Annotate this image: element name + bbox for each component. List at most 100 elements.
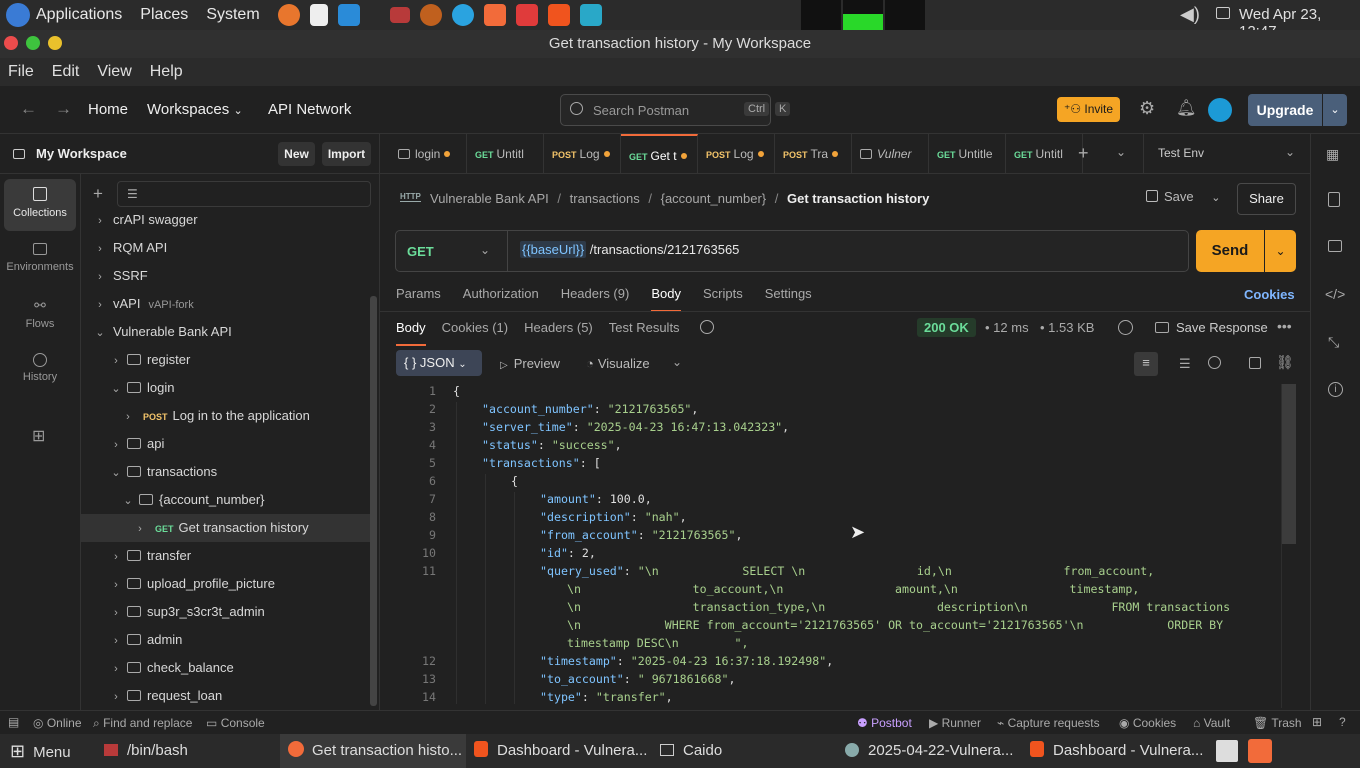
request-tab[interactable]: login [390, 133, 467, 174]
visualize-button[interactable]: ◔ Visualize [586, 356, 650, 371]
response-size[interactable]: • 1.53 KB [1040, 320, 1094, 335]
terminal-icon[interactable] [389, 7, 410, 23]
burp-icon[interactable] [419, 4, 442, 26]
chevron-down-icon[interactable]: ⌄ [1211, 192, 1220, 204]
upgrade-button[interactable]: Upgrade [1248, 94, 1322, 126]
chevron-right-icon[interactable]: › [93, 263, 107, 291]
request-subtab[interactable]: Scripts [703, 286, 743, 301]
add-app-icon[interactable]: ⊞ [32, 426, 45, 446]
settings-gear-icon[interactable]: ⚙ [1139, 98, 1155, 119]
chevron-right-icon[interactable]: › [109, 431, 123, 459]
tree-folder[interactable]: › api [81, 430, 371, 458]
request-subtab[interactable]: Params [396, 286, 441, 301]
invite-button[interactable]: ⁺⚇ Invite [1057, 97, 1120, 122]
response-time[interactable]: • 12 ms [985, 320, 1029, 335]
tree-folder[interactable]: ⌄ {account_number} [81, 486, 371, 514]
vscode-icon[interactable] [337, 4, 360, 26]
environment-selector[interactable]: Test Env ⌄ [1143, 134, 1310, 174]
request-tab[interactable]: POST Log [544, 133, 621, 174]
taskbar-caido[interactable]: Caido [660, 734, 722, 768]
request-subtab[interactable]: Settings [765, 286, 812, 301]
workspace-name[interactable]: My Workspace [36, 146, 127, 161]
tree-collection[interactable]: › crAPI swagger [81, 206, 371, 234]
request-tab[interactable]: GET Untitle [929, 133, 1006, 174]
method-select[interactable]: GET ⌄ [396, 231, 508, 271]
taskbar-dashboard-1[interactable]: Dashboard - Vulnera... [474, 734, 647, 768]
tree-folder[interactable]: › transfer [81, 542, 371, 570]
send-button[interactable]: Send [1196, 230, 1264, 272]
vault-button[interactable]: ⌂ Vault [1193, 716, 1230, 730]
import-button[interactable]: Import [322, 142, 371, 166]
cookies-link[interactable]: Cookies [1244, 287, 1295, 302]
window-close-button[interactable] [4, 36, 18, 50]
tree-folder[interactable]: › register [81, 346, 371, 374]
nav-workspaces[interactable]: Workspaces ⌄ [147, 101, 243, 118]
chevron-down-icon[interactable]: ⌄ [121, 487, 135, 515]
response-subtab[interactable]: Body [396, 320, 426, 346]
sidebar-toggle-icon[interactable]: ▦ [1326, 146, 1339, 163]
taskbar-menu[interactable]: ⊞ Menu [10, 734, 71, 768]
request-subtab[interactable]: Body [651, 286, 681, 312]
history-icon[interactable] [700, 320, 714, 334]
link-icon[interactable]: ⛓ [1276, 354, 1294, 371]
request-tab[interactable]: POST Tra [775, 133, 852, 174]
send-options-button[interactable]: ⌄ [1265, 230, 1296, 272]
window-minimize-button[interactable] [48, 36, 62, 50]
capture-requests-button[interactable]: ⌁ Capture requests [997, 716, 1100, 730]
places-menu[interactable]: Places [140, 6, 188, 24]
tree-folder[interactable]: › request_loan [81, 682, 371, 710]
tree-collection[interactable]: ⌄ Vulnerable Bank API [81, 318, 371, 346]
new-tab-icon[interactable]: + [1078, 143, 1089, 164]
find-replace[interactable]: ⌕ Find and replace [93, 716, 192, 731]
nav-home[interactable]: Home [88, 101, 128, 118]
request-subtab[interactable]: Authorization [463, 286, 539, 301]
response-subtab[interactable]: Test Results [609, 320, 680, 335]
chevron-right-icon[interactable]: › [109, 571, 123, 599]
code-icon[interactable]: </> [1325, 286, 1345, 302]
postman-tray-icon[interactable] [1248, 739, 1272, 763]
postbot-button[interactable]: ⚉ Postbot [857, 716, 912, 730]
chevron-right-icon[interactable]: › [109, 347, 123, 375]
menu-view[interactable]: View [97, 63, 131, 81]
volume-icon[interactable]: ◀) [1180, 4, 1200, 25]
rail-flows[interactable]: ⚯ Flows [4, 291, 76, 343]
sidebar-toggle-icon[interactable]: ▤ [8, 715, 19, 729]
request-tab[interactable]: GET Untitl [467, 133, 544, 174]
request-tab[interactable]: GET Get t [621, 133, 698, 174]
chevron-right-icon[interactable]: › [109, 683, 123, 710]
url-variable[interactable]: {{baseUrl}} [520, 241, 587, 258]
tabs-overflow-chevron-icon[interactable]: ⌄ [1116, 145, 1126, 159]
rail-history[interactable]: History [4, 347, 76, 399]
tree-folder[interactable]: › upload_profile_picture [81, 570, 371, 598]
save-response-button[interactable]: Save Response [1155, 320, 1268, 335]
breadcrumb-folder[interactable]: transactions [570, 191, 640, 206]
system-menu[interactable]: System [206, 6, 259, 24]
taskbar-postman[interactable]: Get transaction histo... [280, 734, 466, 768]
brave-icon[interactable] [547, 4, 570, 26]
runner-button[interactable]: ▶ Runner [929, 716, 981, 730]
copy-icon[interactable] [1249, 357, 1261, 369]
postman-launcher-icon[interactable] [483, 4, 506, 26]
tree-request[interactable]: › POST Log in to the application [81, 402, 371, 430]
chevron-right-icon[interactable]: › [133, 515, 147, 543]
info-icon[interactable]: i [1328, 382, 1343, 397]
applications-menu[interactable]: Applications [36, 6, 122, 24]
chevron-right-icon[interactable]: › [93, 235, 107, 263]
chevron-down-icon[interactable]: ⌄ [109, 375, 123, 403]
menu-help[interactable]: Help [150, 63, 183, 81]
chevron-right-icon[interactable]: › [109, 627, 123, 655]
avatar[interactable] [1208, 98, 1232, 122]
tree-folder[interactable]: ⌄ login [81, 374, 371, 402]
filter-icon[interactable]: ☰ [1179, 356, 1191, 372]
cookies-button[interactable]: ◉ Cookies [1119, 716, 1176, 730]
related-icon[interactable]: ⤡ [1328, 334, 1339, 351]
response-subtab[interactable]: Cookies (1) [442, 320, 508, 335]
tree-folder[interactable]: › check_balance [81, 654, 371, 682]
online-status[interactable]: ◎ Online [33, 716, 82, 730]
response-subtab[interactable]: Headers (5) [524, 320, 593, 335]
chevron-right-icon[interactable]: › [93, 291, 107, 319]
taskbar-bash[interactable]: /bin/bash [104, 734, 188, 768]
new-button[interactable]: New [278, 142, 315, 166]
chevron-right-icon[interactable]: › [109, 543, 123, 571]
globe-icon[interactable] [1118, 320, 1133, 335]
